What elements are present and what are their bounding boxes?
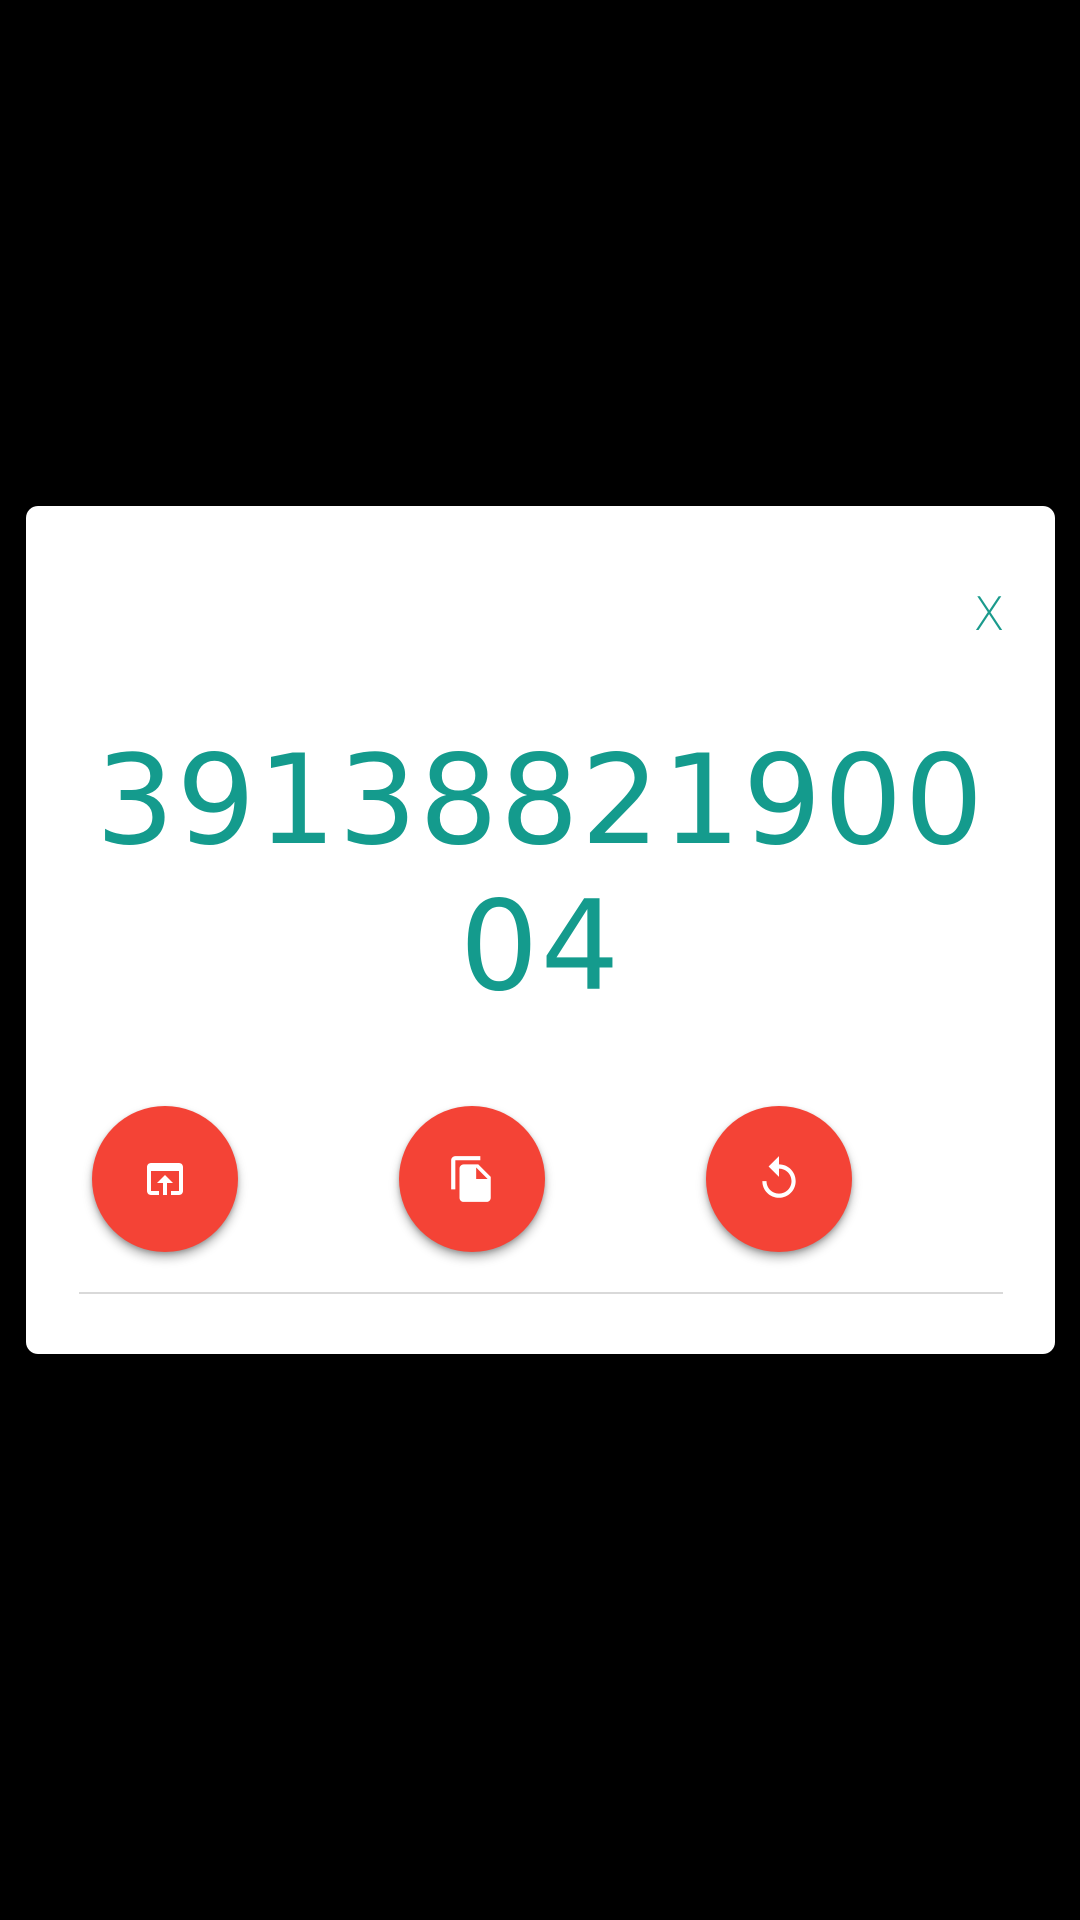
scanned-number: 3913882190004 [95,729,986,1019]
reset-button[interactable] [706,1106,852,1252]
copy-icon [451,1156,491,1202]
screen: X 3913882190004 [0,0,1080,1920]
result-dialog: X 3913882190004 [26,506,1055,1354]
open-in-browser-icon [147,1163,183,1195]
open-button[interactable] [92,1106,238,1252]
copy-button[interactable] [399,1106,545,1252]
divider [79,1292,1003,1294]
close-button[interactable]: X [959,584,1019,644]
action-buttons [26,1106,1055,1256]
restore-icon [762,1156,796,1198]
